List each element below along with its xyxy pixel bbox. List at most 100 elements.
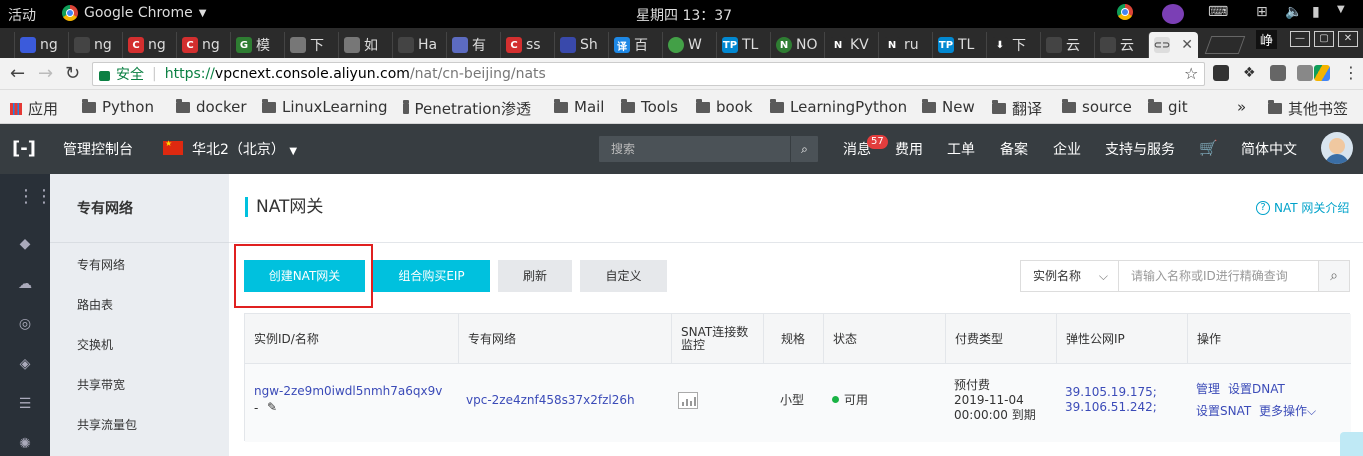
sidebar-item-shared-bandwidth[interactable]: 共享带宽 [77, 376, 125, 393]
sidebar-item-vswitch[interactable]: 交换机 [77, 336, 113, 353]
browser-tab[interactable]: TP TL [716, 32, 770, 58]
instance-id-link[interactable]: ngw-2ze9m0iwdl5nmh7a6qx9v [254, 384, 442, 399]
create-nat-button[interactable]: 创建NAT网关 [244, 260, 365, 292]
sidebar-item-route-table[interactable]: 路由表 [77, 296, 113, 313]
browser-tab[interactable]: N KV [824, 32, 878, 58]
menu-icon[interactable]: ⋮ [1343, 63, 1359, 82]
maximize-button[interactable]: ▢ [1314, 31, 1334, 47]
bookmark-folder[interactable]: 翻译 [992, 98, 1042, 119]
back-button[interactable]: ← [10, 63, 25, 84]
browser-tab[interactable]: 云 [1040, 32, 1094, 58]
product-icon[interactable]: ◆ [17, 237, 33, 251]
clock[interactable]: 星期四 13：37 [636, 5, 732, 25]
browser-tab[interactable]: ng [14, 32, 68, 58]
floating-help-widget[interactable] [1340, 432, 1363, 456]
extension-icon[interactable] [1213, 65, 1229, 81]
browser-tab[interactable]: 下 [284, 32, 338, 58]
bookmark-star-icon[interactable]: ☆ [1184, 64, 1198, 83]
set-dnat-link[interactable]: 设置DNAT [1228, 382, 1285, 397]
console-search-input[interactable]: 搜索 ⌕ [599, 136, 818, 162]
aliyun-logo-icon[interactable]: [-] [12, 138, 36, 159]
chevron-down-icon[interactable]: ▼ [1337, 4, 1345, 15]
nav-enterprise[interactable]: 企业 [1053, 139, 1081, 159]
browser-tab[interactable]: 有 [446, 32, 500, 58]
browser-tab[interactable]: ng [68, 32, 122, 58]
region-selector[interactable]: 华北2（北京） ▼ [192, 139, 297, 159]
bookmark-folder[interactable]: Tools [621, 98, 678, 116]
browser-tab[interactable]: Ha [392, 32, 446, 58]
eip-link[interactable]: 39.105.19.175; [1065, 385, 1157, 400]
layers-icon[interactable]: ◈ [17, 357, 33, 371]
nav-icp[interactable]: 备案 [1000, 139, 1028, 159]
window-close-button[interactable]: ✕ [1338, 31, 1358, 47]
nav-billing[interactable]: 费用 [895, 139, 923, 159]
set-snat-link[interactable]: 设置SNAT [1196, 404, 1251, 419]
cloud-icon[interactable]: ☁ [17, 277, 33, 291]
bookmark-folder[interactable]: New [922, 98, 975, 116]
extension-icon[interactable] [1270, 65, 1286, 81]
network-icon[interactable]: ⊞ [1256, 4, 1268, 20]
bookmark-folder[interactable]: Penetration渗透 [403, 98, 531, 119]
customize-button[interactable]: 自定义 [580, 260, 667, 292]
browser-tab[interactable]: ⬇ 下 [986, 32, 1040, 58]
activities-button[interactable]: 活动 [8, 5, 36, 25]
bookmark-apps[interactable]: 应用 [10, 98, 58, 119]
database-icon[interactable]: ◎ [17, 317, 33, 331]
filter-search-input[interactable]: 请输入名称或ID进行精确查询 [1118, 260, 1319, 292]
forward-button[interactable]: → [38, 63, 53, 84]
minimize-button[interactable]: — [1290, 31, 1310, 47]
volume-icon[interactable]: 🔈 [1285, 4, 1302, 20]
browser-tab[interactable]: Css [500, 32, 554, 58]
extension-icon[interactable] [1297, 65, 1313, 81]
reload-button[interactable]: ↻ [65, 63, 80, 84]
bookmarks-overflow-button[interactable]: » [1237, 98, 1246, 116]
browser-tab[interactable]: 如 [338, 32, 392, 58]
bookmark-folder[interactable]: LearningPython [770, 98, 907, 116]
sidebar-item-vpc[interactable]: 专有网络 [77, 256, 125, 273]
search-icon[interactable]: ⌕ [1318, 260, 1350, 292]
browser-tab-active[interactable]: ⊂⊃ ✕ [1148, 32, 1198, 58]
browser-tab[interactable]: 云 [1094, 32, 1148, 58]
bookmark-folder[interactable]: source [1062, 98, 1132, 116]
bookmark-folder[interactable]: book [696, 98, 753, 116]
filter-field-select[interactable]: 实例名称 ⌵ [1020, 260, 1119, 292]
other-bookmarks[interactable]: 其他书签 [1268, 98, 1348, 119]
manage-link[interactable]: 管理 [1196, 382, 1220, 397]
input-method-indicator[interactable]: 峥 [1256, 30, 1278, 49]
language-selector[interactable]: 简体中文 [1241, 139, 1297, 159]
refresh-button[interactable]: 刷新 [498, 260, 572, 292]
cart-icon[interactable]: 🛒 [1199, 139, 1218, 157]
browser-tab[interactable]: G模 [230, 32, 284, 58]
new-tab-button[interactable] [1204, 36, 1246, 54]
nav-support[interactable]: 支持与服务 [1105, 139, 1175, 159]
avatar[interactable] [1321, 132, 1353, 164]
more-actions-dropdown[interactable]: 更多操作⌵ [1259, 404, 1316, 419]
grid-menu-icon[interactable]: ⋮⋮ [17, 188, 53, 206]
edit-pencil-icon[interactable]: ✎ [267, 400, 277, 415]
eip-link[interactable]: 39.106.51.242; [1065, 400, 1157, 415]
search-icon[interactable]: ⌕ [790, 136, 818, 162]
console-home-link[interactable]: 管理控制台 [63, 139, 133, 159]
browser-tab[interactable]: 译百 [608, 32, 662, 58]
keyboard-icon[interactable]: ⌨ [1208, 4, 1228, 20]
network-icon[interactable]: ✺ [17, 437, 33, 451]
bookmark-folder[interactable]: docker [176, 98, 247, 116]
storage-icon[interactable]: ☰ [17, 397, 33, 411]
url-input[interactable]: 安全 | https://vpcnext.console.aliyun.com /… [92, 62, 1205, 86]
app-menu[interactable]: Google Chrome ▼ [62, 5, 206, 21]
vpc-id-link[interactable]: vpc-2ze4znf458s37x2fzl26h [466, 393, 635, 408]
browser-tab[interactable]: Cng [176, 32, 230, 58]
close-icon[interactable]: ✕ [1181, 37, 1193, 53]
battery-icon[interactable]: ▮ [1312, 4, 1320, 20]
firefox-tray-icon[interactable] [1162, 4, 1184, 24]
dropbox-icon[interactable]: ❖ [1243, 65, 1259, 81]
drive-icon[interactable] [1314, 65, 1330, 81]
bookmark-folder[interactable]: git [1148, 98, 1188, 116]
bookmark-folder[interactable]: Mail [554, 98, 604, 116]
nav-tickets[interactable]: 工单 [947, 139, 975, 159]
chrome-tray-icon[interactable] [1117, 4, 1133, 24]
browser-tab[interactable]: TP TL [932, 32, 986, 58]
bookmark-folder[interactable]: Python [82, 98, 154, 116]
browser-tab[interactable]: Cng [122, 32, 176, 58]
browser-tab[interactable]: Sh [554, 32, 608, 58]
